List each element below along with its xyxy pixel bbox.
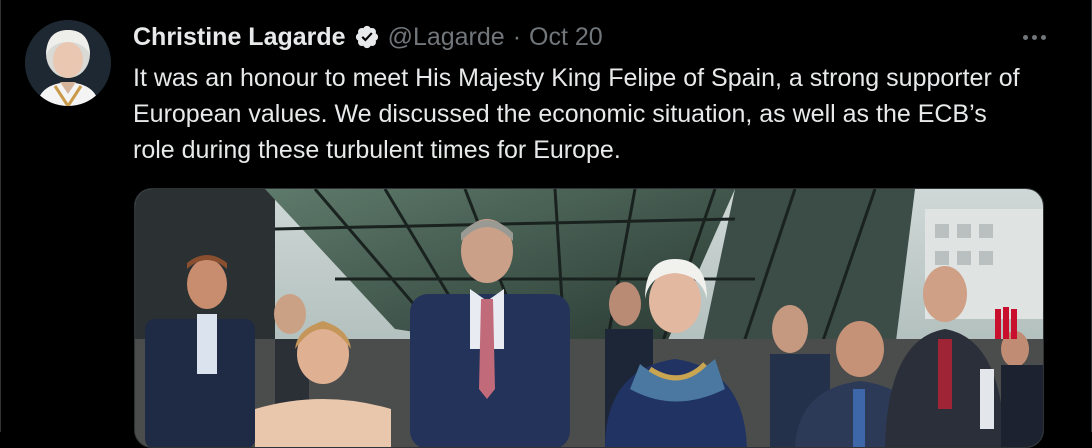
tweet-header: Christine Lagarde @Lagarde · Oct 20 (133, 20, 603, 54)
separator-dot: · (512, 22, 522, 51)
verified-badge-icon (355, 25, 378, 49)
avatar-image (25, 20, 111, 106)
avatar[interactable] (25, 20, 111, 106)
tweet-date[interactable]: Oct 20 (529, 23, 603, 52)
more-options-icon[interactable] (1017, 24, 1051, 50)
author-display-name[interactable]: Christine Lagarde (133, 23, 346, 52)
tweet[interactable]: Christine Lagarde @Lagarde · Oct 20 It w… (0, 0, 1092, 448)
tweet-text: It was an honour to meet His Majesty Kin… (133, 64, 1020, 164)
tweet-photo[interactable] (134, 188, 1044, 448)
photo-image (135, 189, 1043, 447)
author-handle[interactable]: @Lagarde (388, 23, 505, 52)
